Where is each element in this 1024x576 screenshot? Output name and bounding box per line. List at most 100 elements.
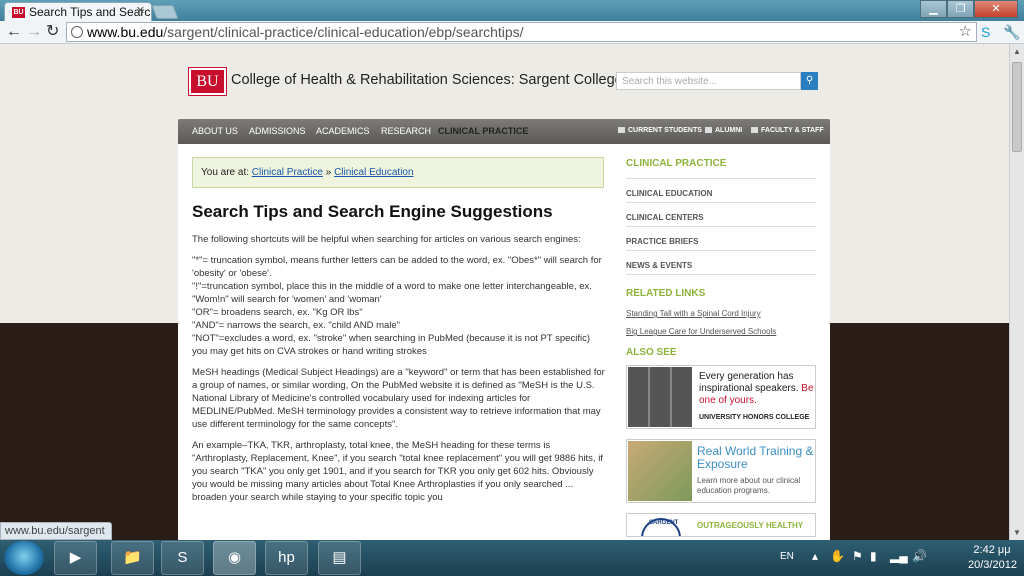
related-link[interactable]: Big League Care for Underserved Schools xyxy=(626,323,816,341)
honors-college-promo[interactable]: Every generation has inspirational speak… xyxy=(626,365,816,429)
start-button[interactable] xyxy=(4,541,44,575)
breadcrumb-prefix: You are at: xyxy=(201,167,250,178)
forward-icon[interactable]: → xyxy=(26,23,42,41)
sidebar: CLINICAL PRACTICE CLINICAL EDUCATION CLI… xyxy=(626,144,816,540)
browser-tab[interactable]: BU Search Tips and Searc ✕ xyxy=(4,2,152,21)
sidebar-item-clinical-education[interactable]: CLINICAL EDUCATION xyxy=(626,179,816,203)
promo-text: Every generation has inspirational speak… xyxy=(699,371,814,407)
tip-item: "!"=truncation symbol, place this in the… xyxy=(192,281,592,305)
nav-faculty-staff[interactable]: FACULTY & STAFF xyxy=(751,127,824,134)
promo-headline: OUTRAGEOUSLY HEALTHY xyxy=(697,521,804,530)
speaker-portraits-image xyxy=(628,367,692,427)
office-app-icon[interactable]: ▤ xyxy=(318,541,361,575)
tips-list: "*"= truncation symbol, means further le… xyxy=(192,254,606,358)
bu-logo[interactable]: BU xyxy=(188,67,227,96)
clock[interactable]: 2:42 μμ 20/3/2012 xyxy=(968,543,1017,573)
promo-line: Every generation has inspirational speak… xyxy=(699,371,799,394)
maximize-button[interactable]: ❐ xyxy=(947,0,974,18)
minimize-button[interactable]: ▁ xyxy=(920,0,947,18)
status-bar: www.bu.edu/sargent xyxy=(0,522,112,540)
clock-time: 2:42 μμ xyxy=(973,544,1011,556)
site-search-input[interactable]: Search this website... xyxy=(616,72,801,90)
scrollbar-thumb[interactable] xyxy=(1012,62,1022,152)
file-explorer-icon[interactable]: 📁 xyxy=(111,541,154,575)
volume-icon[interactable]: 🔊 xyxy=(912,549,927,563)
nav-alumni[interactable]: ALUMNI xyxy=(705,127,742,134)
flag-icon[interactable]: ⚑ xyxy=(852,549,863,563)
url-host: www.bu.edu xyxy=(87,24,164,40)
reload-icon[interactable]: ↻ xyxy=(46,23,59,41)
sidebar-item-news-events[interactable]: NEWS & EVENTS xyxy=(626,251,816,275)
content-area: You are at: Clinical Practice » Clinical… xyxy=(178,144,830,540)
chrome-icon[interactable]: ◉ xyxy=(213,541,256,575)
battery-icon[interactable]: ▮ xyxy=(870,549,877,563)
scroll-down-icon[interactable]: ▼ xyxy=(1013,528,1021,537)
site-header: BU College of Health & Rehabilitation Sc… xyxy=(188,67,829,98)
language-indicator[interactable]: EN xyxy=(780,551,794,562)
hand-icon[interactable]: ✋ xyxy=(830,549,845,563)
tip-item: "NOT"=excludes a word, ex. "stroke" when… xyxy=(192,333,590,357)
checkbox-icon xyxy=(705,127,712,134)
related-links-title: RELATED LINKS xyxy=(626,288,706,299)
clinical-training-promo[interactable]: Real World Training & Exposure Learn mor… xyxy=(626,439,816,503)
nav-current-students[interactable]: CURRENT STUDENTS xyxy=(618,127,702,134)
tip-item: "OR"= broadens search, ex. "Kg OR lbs" xyxy=(192,307,363,318)
bookmark-star-icon[interactable]: ☆ xyxy=(959,22,972,40)
scroll-up-icon[interactable]: ▲ xyxy=(1013,47,1021,56)
nav-clinical-practice[interactable]: CLINICAL PRACTICE xyxy=(438,126,528,136)
nav-admissions[interactable]: ADMISSIONS xyxy=(249,126,306,136)
network-icon[interactable]: ▂▄ xyxy=(890,549,908,563)
breadcrumb-clinical-education[interactable]: Clinical Education xyxy=(334,167,414,178)
url-path: /sargent/clinical-practice/clinical-educ… xyxy=(163,24,524,40)
address-bar[interactable]: www.bu.edu/sargent/clinical-practice/cli… xyxy=(66,22,977,42)
nav-faculty-staff-label: FACULTY & STAFF xyxy=(761,127,824,134)
nav-current-students-label: CURRENT STUDENTS xyxy=(628,127,702,134)
breadcrumb-separator: » xyxy=(325,167,332,178)
taskbar: ▶ 📁 S ◉ hp ▤ EN ▴ ✋ ⚑ ▮ ▂▄ 🔊 2:42 μμ 20/… xyxy=(0,540,1024,576)
page-scrollbar[interactable]: ▲ ▼ xyxy=(1009,44,1024,540)
sidebar-item-clinical-centers[interactable]: CLINICAL CENTERS xyxy=(626,203,816,227)
intro-paragraph: The following shortcuts will be helpful … xyxy=(192,234,581,245)
mesh-paragraph: MeSH headings (Medical Subject Headings)… xyxy=(192,367,605,430)
bu-favicon-icon: BU xyxy=(12,7,25,18)
outrageously-healthy-promo[interactable]: SARGENT OUTRAGEOUSLY HEALTHY xyxy=(626,513,816,537)
nav-about-us[interactable]: ABOUT US xyxy=(192,126,238,136)
tab-title: Search Tips and Searc xyxy=(29,5,151,19)
window-controls: ▁ ❐ ✕ xyxy=(920,0,1018,18)
related-link[interactable]: Standing Tall with a Spinal Cord Injury xyxy=(626,305,816,323)
promo-headline: Real World Training & Exposure xyxy=(697,444,814,471)
window-titlebar: BU Search Tips and Searc ✕ ▁ ❐ ✕ xyxy=(0,0,1024,21)
globe-icon xyxy=(71,26,83,38)
close-tab-icon[interactable]: ✕ xyxy=(136,4,145,17)
training-photo-image xyxy=(628,441,692,501)
nav-academics[interactable]: ACADEMICS xyxy=(316,126,370,136)
back-icon[interactable]: ← xyxy=(6,23,22,41)
skype-extension-icon[interactable]: S xyxy=(981,24,990,40)
browser-toolbar: ← → ↻ www.bu.edu/sargent/clinical-practi… xyxy=(0,21,1024,44)
search-icon: ⚲ xyxy=(805,75,814,86)
wrench-icon[interactable]: 🔧 xyxy=(1003,24,1020,41)
sidebar-section-title[interactable]: CLINICAL PRACTICE xyxy=(626,158,816,169)
sidebar-item-practice-briefs[interactable]: PRACTICE BRIEFS xyxy=(626,227,816,251)
seal-text: SARGENT xyxy=(649,520,679,526)
hp-icon[interactable]: hp xyxy=(265,541,308,575)
show-hidden-icons-icon[interactable]: ▴ xyxy=(812,549,818,563)
page-title: Search Tips and Search Engine Suggestion… xyxy=(192,202,553,221)
article-body: The following shortcuts will be helpful … xyxy=(192,233,606,512)
nav-research[interactable]: RESEARCH xyxy=(381,126,431,136)
new-tab-button[interactable] xyxy=(151,5,179,19)
page-viewport: BU College of Health & Rehabilitation Sc… xyxy=(0,44,1009,540)
close-window-button[interactable]: ✕ xyxy=(974,0,1018,18)
breadcrumb-clinical-practice[interactable]: Clinical Practice xyxy=(252,167,323,178)
nav-alumni-label: ALUMNI xyxy=(715,127,743,134)
skype-icon[interactable]: S xyxy=(161,541,204,575)
also-see-title: ALSO SEE xyxy=(626,347,677,358)
tip-item: "AND"= narrows the search, ex. "child AN… xyxy=(192,320,401,331)
promo-tag: UNIVERSITY HONORS COLLEGE xyxy=(699,414,810,421)
breadcrumb: You are at: Clinical Practice » Clinical… xyxy=(192,157,604,188)
checkbox-icon xyxy=(618,127,625,134)
media-player-icon[interactable]: ▶ xyxy=(54,541,97,575)
college-name[interactable]: College of Health & Rehabilitation Scien… xyxy=(231,72,623,88)
search-button[interactable]: ⚲ xyxy=(801,72,818,90)
checkbox-icon xyxy=(751,127,758,134)
